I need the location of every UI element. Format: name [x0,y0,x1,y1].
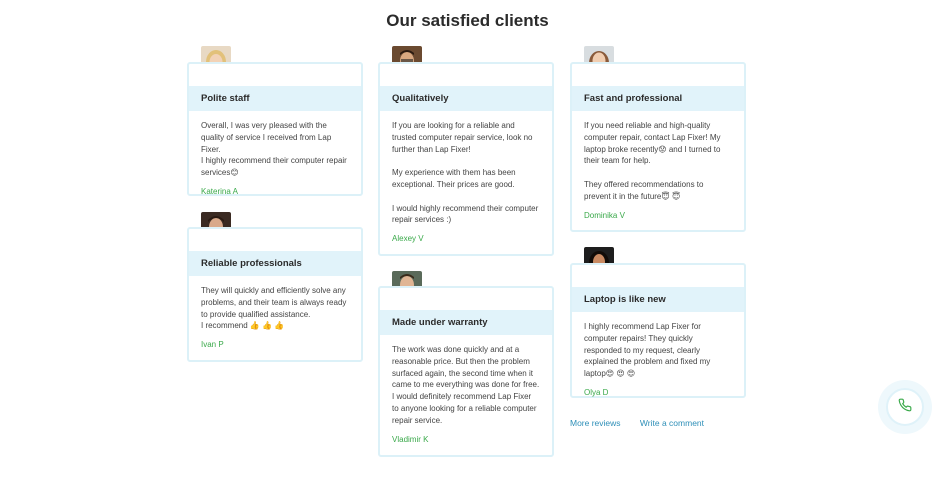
review-author: Ivan P [201,340,224,350]
review-card: Fast and professional If you need reliab… [570,62,746,232]
review-author: Dominika V [584,210,625,220]
review-heading: Qualitatively [380,86,552,111]
review-author: Olya D [584,387,609,397]
review-card: Reliable professionals They will quickly… [187,227,363,362]
review-text: I highly recommend Lap Fixer for compute… [584,322,711,379]
review-heading: Made under warranty [380,310,552,335]
review-author: Alexey V [392,234,424,244]
review-heading: Fast and professional [572,86,744,111]
more-reviews-link[interactable]: More reviews [570,418,621,428]
review-text: Overall, I was very pleased with the qua… [201,121,347,178]
write-comment-link[interactable]: Write a comment [640,418,704,428]
review-heading: Laptop is like new [572,287,744,312]
review-links: More reviews Write a comment [570,418,721,428]
review-author: Vladimir K [392,434,429,444]
review-text: The work was done quickly and at a reaso… [392,345,540,425]
review-card: Made under warranty The work was done qu… [378,286,554,457]
review-text: They will quickly and efficiently solve … [201,286,347,331]
call-button[interactable] [878,380,932,434]
review-text: If you need reliable and high-quality co… [584,121,721,201]
review-card: Polite staff Overall, I was very pleased… [187,62,363,196]
review-card: Laptop is like new I highly recommend La… [570,263,746,398]
review-author: Katerina A [201,186,238,196]
review-heading: Reliable professionals [189,251,361,276]
section-title: Our satisfied clients [386,11,549,30]
call-button-inner[interactable] [886,388,924,426]
review-heading: Polite staff [189,86,361,111]
review-card: Qualitatively If you are looking for a r… [378,62,554,256]
phone-icon [898,398,912,417]
review-text: If you are looking for a reliable and tr… [392,121,539,225]
